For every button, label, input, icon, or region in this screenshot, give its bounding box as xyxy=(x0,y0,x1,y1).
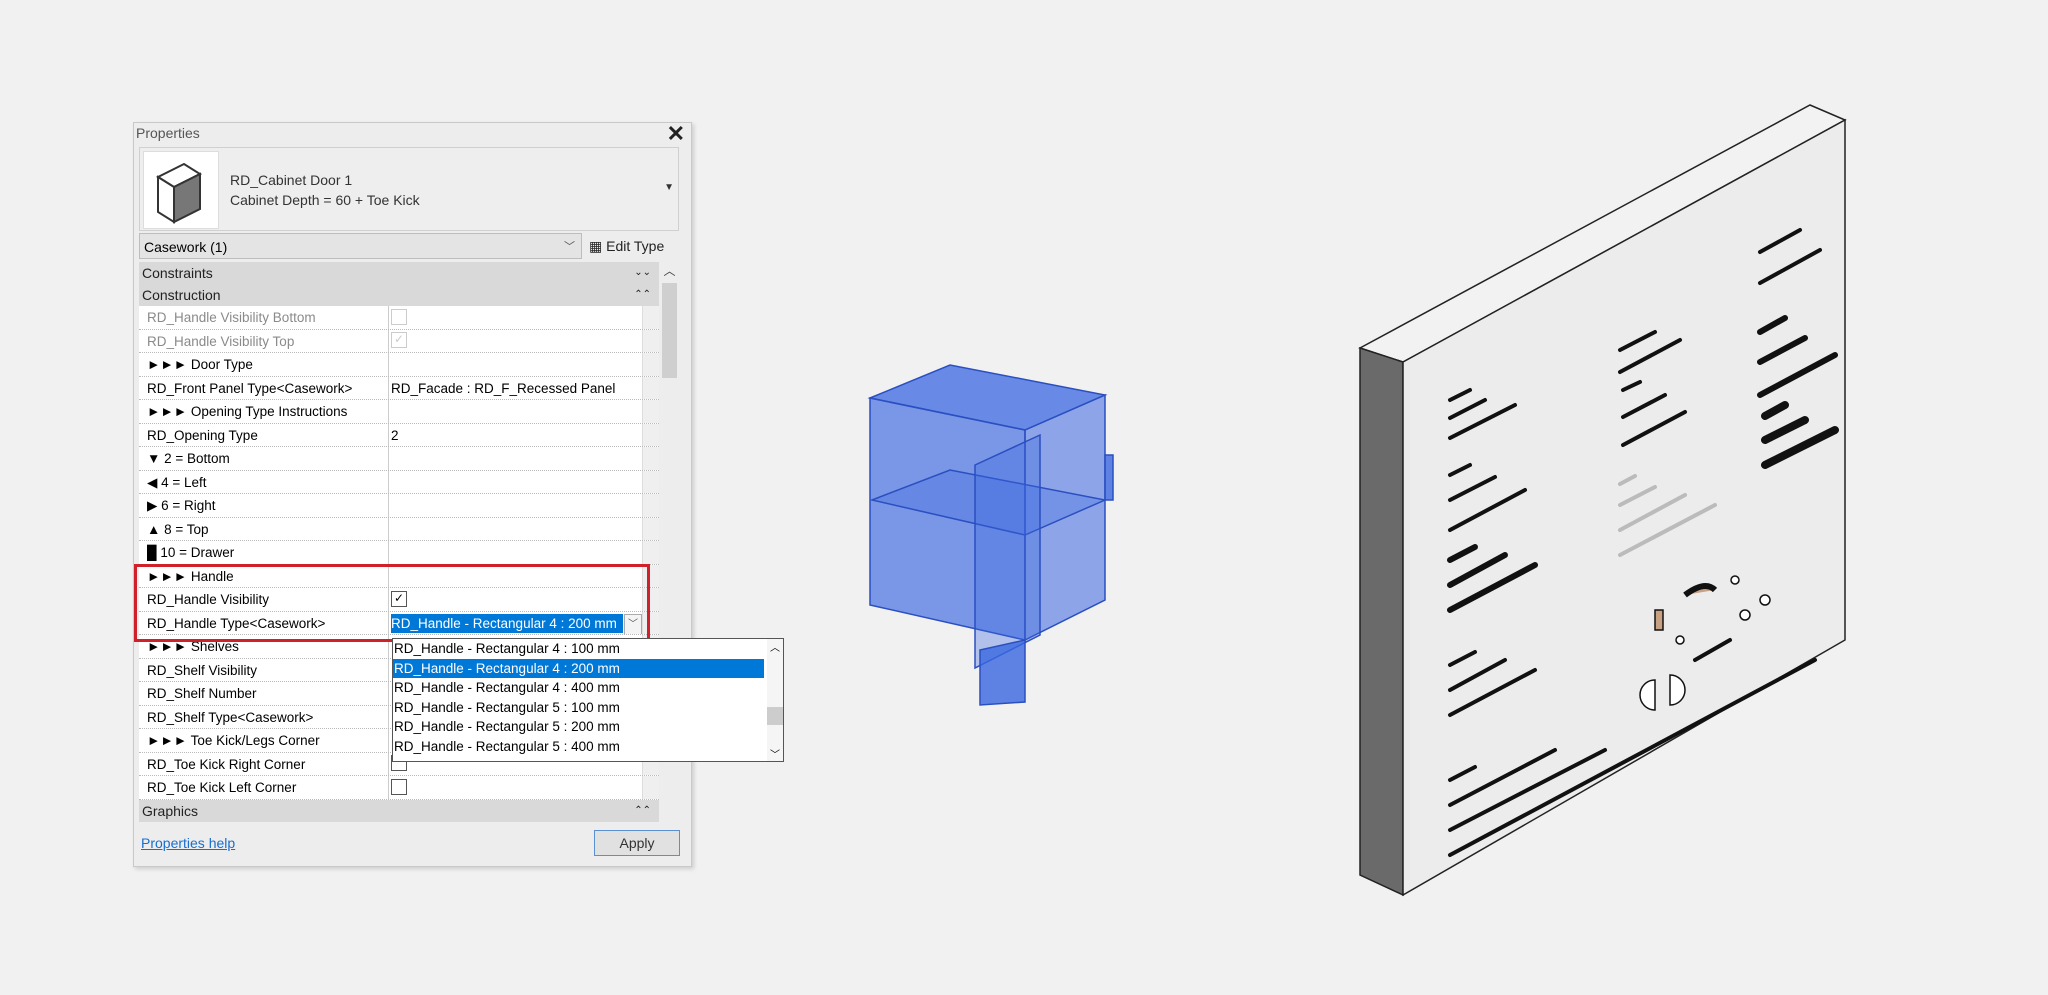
checkbox[interactable] xyxy=(391,308,407,325)
checkbox[interactable] xyxy=(391,778,407,795)
property-row[interactable]: RD_Handle Visibility Top ✓ xyxy=(139,329,659,353)
property-value[interactable] xyxy=(389,541,642,564)
dropdown-option[interactable]: RD_Handle - Rectangular 4 : 200 mm xyxy=(393,658,764,679)
row-scroll-cell xyxy=(642,470,659,493)
properties-panel: Properties ✕ RD_Cabinet Door 1 Cabinet D… xyxy=(133,121,784,867)
property-name: RD_Shelf Type<Casework> xyxy=(139,705,389,728)
scroll-down-icon[interactable]: ﹀ xyxy=(767,746,783,761)
property-value[interactable]: ✓ xyxy=(389,330,642,353)
property-name: RD_Shelf Visibility xyxy=(139,658,389,681)
property-row[interactable]: ►►► Opening Type Instructions xyxy=(139,400,659,424)
cabinet-handle xyxy=(1104,454,1114,501)
panel-title: Properties xyxy=(136,125,200,141)
scroll-up-icon[interactable]: ︿ xyxy=(767,639,783,654)
property-row[interactable]: ▲ 8 = Top xyxy=(139,517,659,541)
property-name: RD_Handle Visibility Bottom xyxy=(139,306,389,329)
collapse-icon[interactable]: ⌃⌃ xyxy=(634,800,651,822)
property-value[interactable] xyxy=(389,400,642,423)
dropdown-option[interactable]: RD_Handle - Rectangular 5 : 400 mm xyxy=(393,737,764,757)
property-value[interactable]: RD_Facade : RD_F_Recessed Panel xyxy=(389,377,642,400)
property-name: ▲ 8 = Top xyxy=(139,517,389,540)
category-label: Casework (1) xyxy=(144,239,228,255)
scroll-thumb[interactable] xyxy=(767,707,783,725)
property-row[interactable]: RD_Opening Type 2 xyxy=(139,423,659,447)
toe-kick xyxy=(979,639,1026,706)
dropdown-option[interactable]: RD_Handle - Rectangular 4 : 100 mm xyxy=(393,639,764,659)
row-scroll-cell xyxy=(642,494,659,517)
property-name: █ 10 = Drawer xyxy=(139,541,389,564)
row-scroll-cell xyxy=(642,376,659,399)
cabinet-3d-view xyxy=(867,364,1114,706)
row-scroll-cell xyxy=(642,423,659,446)
cabinet-thumbnail xyxy=(143,151,219,229)
property-name: ►►► Door Type xyxy=(139,353,389,376)
dropdown-option[interactable]: RD_Handle - Rectangular 5 : 200 mm xyxy=(393,717,764,737)
property-name: ▼ 2 = Bottom xyxy=(139,447,389,470)
property-row[interactable]: RD_Front Panel Type<Casework> RD_Facade :… xyxy=(139,376,659,400)
type-name: RD_Cabinet Door 1 xyxy=(230,172,353,188)
edit-type-button[interactable]: ▦ Edit Type xyxy=(589,233,664,259)
property-name: RD_Front Panel Type<Casework> xyxy=(139,376,389,399)
property-value[interactable] xyxy=(389,353,642,376)
row-scroll-cell xyxy=(642,447,659,470)
property-row[interactable]: ◀ 4 = Left xyxy=(139,470,659,494)
category-selector[interactable]: Casework (1) ﹀ xyxy=(139,233,582,259)
collapse-icon[interactable]: ⌃⌃ xyxy=(634,284,651,306)
row-scroll-cell xyxy=(642,776,659,799)
handle-sample-board-3d-view xyxy=(1358,104,1847,897)
property-row[interactable]: █ 10 = Drawer xyxy=(139,541,659,565)
property-name: RD_Shelf Number xyxy=(139,682,389,705)
row-scroll-cell xyxy=(642,541,659,564)
scroll-up-icon[interactable]: ︿ xyxy=(661,262,678,279)
property-row[interactable]: ▶ 6 = Right xyxy=(139,494,659,518)
row-scroll-cell xyxy=(642,353,659,376)
chevron-down-icon: ﹀ xyxy=(564,241,575,253)
row-scroll-cell xyxy=(642,517,659,540)
row-scroll-cell xyxy=(642,306,659,329)
property-name: RD_Toe Kick Left Corner xyxy=(139,776,389,799)
type-subname: Cabinet Depth = 60 + Toe Kick xyxy=(230,192,420,208)
highlight-box xyxy=(134,564,650,642)
dropdown-scrollbar[interactable]: ︿ ﹀ xyxy=(767,639,783,761)
apply-button[interactable]: Apply xyxy=(594,830,680,856)
row-scroll-cell xyxy=(642,329,659,352)
scroll-thumb[interactable] xyxy=(662,283,677,378)
expand-icon[interactable]: ⌄⌄ xyxy=(634,262,651,284)
property-name: ►►► Opening Type Instructions xyxy=(139,400,389,423)
property-value[interactable]: 2 xyxy=(389,424,642,447)
close-icon[interactable]: ✕ xyxy=(667,121,685,147)
property-value[interactable] xyxy=(389,447,642,470)
group-construction[interactable]: Construction ⌃⌃ xyxy=(139,284,659,306)
cabinet-door xyxy=(974,433,1041,670)
dropdown-option[interactable]: RD_Handle - Rectangular 5 : 100 mm xyxy=(393,698,764,718)
property-name: RD_Opening Type xyxy=(139,423,389,446)
group-constraints[interactable]: Constraints ⌄⌄ xyxy=(139,262,659,284)
property-name: RD_Handle Visibility Top xyxy=(139,329,389,352)
properties-help-link[interactable]: Properties help xyxy=(141,835,235,851)
handle-type-dropdown-list[interactable]: RD_Handle - Rectangular 4 : 100 mm RD_Han… xyxy=(392,638,784,762)
property-value[interactable] xyxy=(389,306,642,329)
property-name: ►►► Toe Kick/Legs Corner xyxy=(139,729,389,752)
dropdown-option[interactable]: RD_Handle - Rectangular 4 : 400 mm xyxy=(393,678,764,698)
property-row[interactable]: RD_Toe Kick Left Corner xyxy=(139,776,659,800)
dropdown-arrow-icon[interactable]: ▼ xyxy=(664,182,674,193)
property-name: ▶ 6 = Right xyxy=(139,494,389,517)
property-value[interactable] xyxy=(389,776,642,799)
property-row[interactable]: ►►► Door Type xyxy=(139,353,659,377)
property-row[interactable]: RD_Handle Visibility Bottom xyxy=(139,306,659,330)
checkbox[interactable]: ✓ xyxy=(391,332,407,349)
board-side xyxy=(1359,346,1404,897)
property-name: ◀ 4 = Left xyxy=(139,470,389,493)
property-row[interactable]: ▼ 2 = Bottom xyxy=(139,447,659,471)
property-value[interactable] xyxy=(389,471,642,494)
group-graphics[interactable]: Graphics ⌃⌃ xyxy=(139,799,659,822)
property-value[interactable] xyxy=(389,518,642,541)
property-value[interactable] xyxy=(389,494,642,517)
row-scroll-cell xyxy=(642,400,659,423)
property-name: RD_Toe Kick Right Corner xyxy=(139,752,389,775)
type-selector[interactable]: RD_Cabinet Door 1 Cabinet Depth = 60 + T… xyxy=(139,147,679,231)
edit-type-icon: ▦ xyxy=(589,238,607,254)
